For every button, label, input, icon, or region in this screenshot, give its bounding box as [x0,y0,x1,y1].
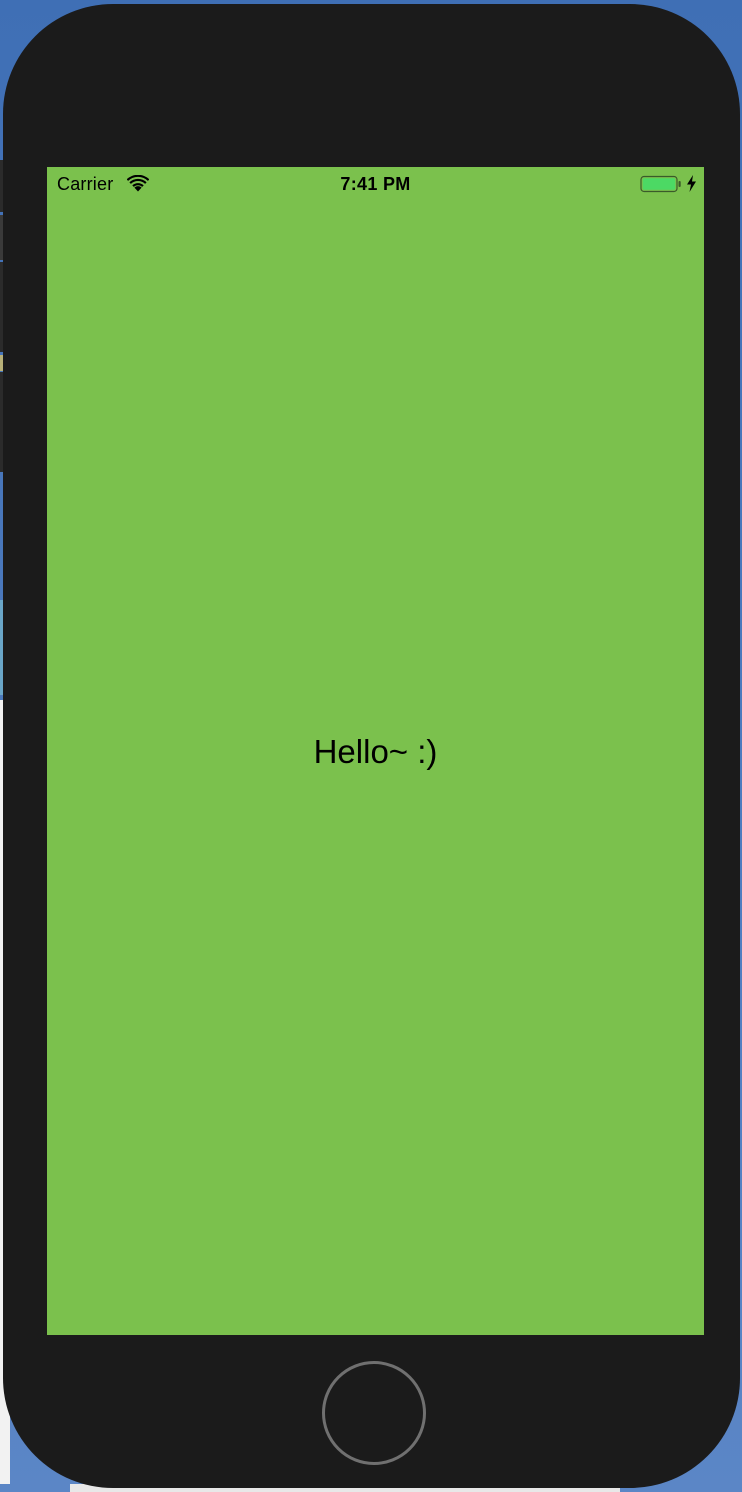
battery-icon [640,175,681,193]
app-screen: Carrier 7:41 PM Hello~ :) [47,167,704,1335]
status-bar: Carrier 7:41 PM [47,167,704,201]
home-button[interactable] [322,1361,426,1465]
greeting-label: Hello~ :) [313,733,438,770]
phone-frame: Carrier 7:41 PM Hello~ :) [3,4,740,1488]
status-time: 7:41 PM [340,174,411,194]
bolt-icon [687,175,696,192]
